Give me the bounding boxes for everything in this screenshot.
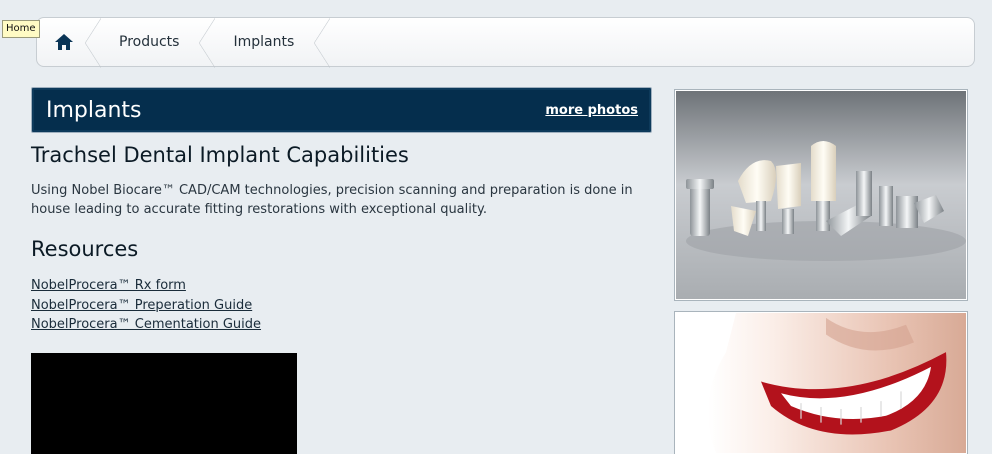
more-photos-link[interactable]: more photos xyxy=(545,103,638,118)
list-item: NobelProcera™ Rx form xyxy=(31,276,261,296)
implants-photo[interactable] xyxy=(674,89,968,301)
video-player[interactable] xyxy=(31,353,297,454)
list-item: NobelProcera™ Preperation Guide xyxy=(31,296,261,316)
breadcrumb-products-label: Products xyxy=(119,34,180,50)
rx-form-link[interactable]: NobelProcera™ Rx form xyxy=(31,278,186,293)
list-item: NobelProcera™ Cementation Guide xyxy=(31,315,261,335)
cementation-guide-link[interactable]: NobelProcera™ Cementation Guide xyxy=(31,317,261,332)
breadcrumb-implants[interactable]: Implants xyxy=(207,18,331,68)
breadcrumb-home[interactable] xyxy=(37,18,101,68)
capabilities-heading: Trachsel Dental Implant Capabilities xyxy=(31,143,409,167)
breadcrumb-implants-label: Implants xyxy=(233,34,295,50)
section-header: Implants more photos xyxy=(31,87,652,133)
breadcrumb: Products Implants xyxy=(36,17,975,68)
home-tooltip: Home xyxy=(2,20,40,38)
capabilities-text: Using Nobel Biocare™ CAD/CAM technologie… xyxy=(31,183,633,217)
smile-image xyxy=(676,313,966,453)
resources-heading: Resources xyxy=(31,237,139,261)
implants-image xyxy=(676,91,966,299)
section-title: Implants xyxy=(46,97,142,123)
breadcrumb-products[interactable]: Products xyxy=(93,18,216,68)
smile-photo[interactable] xyxy=(674,311,968,454)
preparation-guide-link[interactable]: NobelProcera™ Preperation Guide xyxy=(31,298,252,313)
resource-links: NobelProcera™ Rx form NobelProcera™ Prep… xyxy=(31,276,261,335)
home-icon xyxy=(55,34,73,50)
